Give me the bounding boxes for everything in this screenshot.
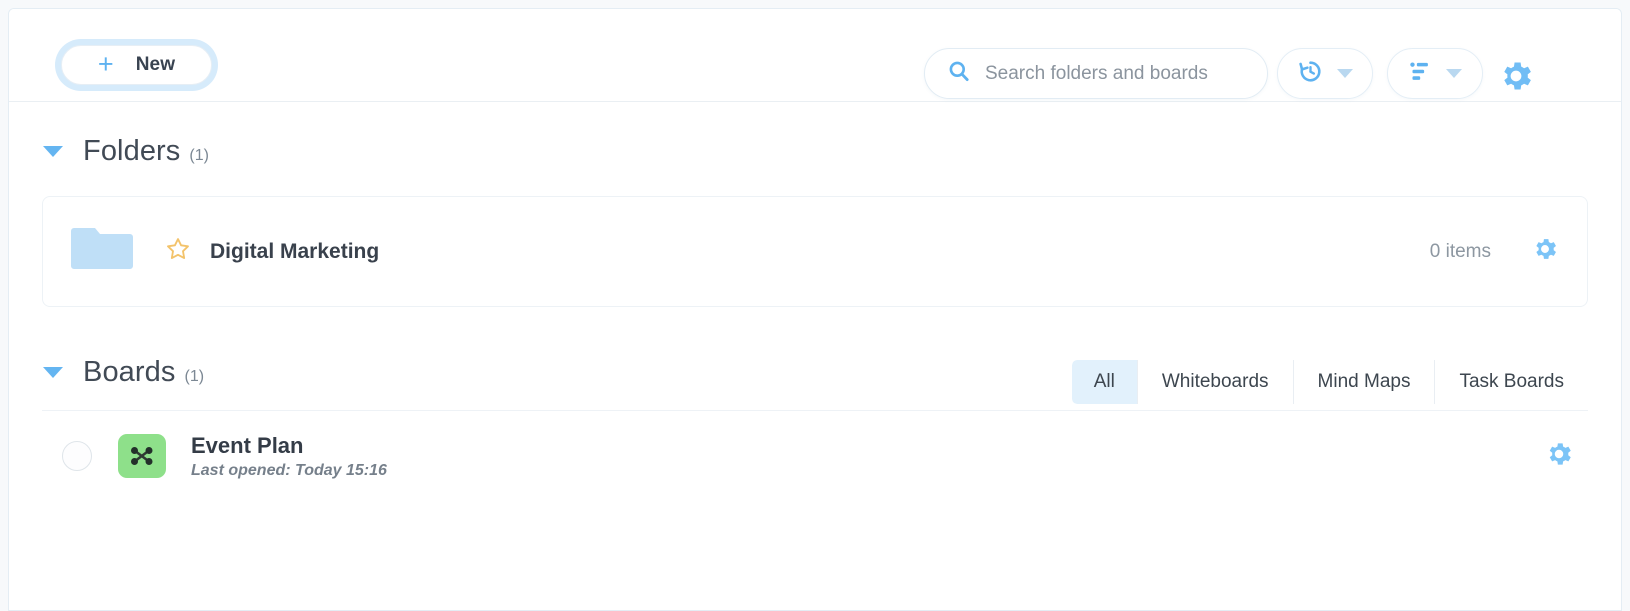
mind-map-icon — [118, 434, 166, 478]
boards-section-title: Boards — [83, 356, 176, 388]
folder-icon — [71, 225, 133, 278]
new-button-label: New — [135, 54, 176, 75]
favorite-star-icon[interactable] — [165, 236, 191, 267]
history-icon — [1297, 58, 1324, 90]
tab-whiteboards[interactable]: Whiteboards — [1137, 360, 1294, 404]
folder-settings-gear[interactable] — [1531, 235, 1559, 268]
chevron-down-icon — [1337, 69, 1353, 78]
folders-section-title: Folders — [83, 135, 181, 167]
folder-row[interactable]: Digital Marketing 0 items — [42, 196, 1588, 307]
workspace-window: + New Search folders and boards Folders … — [8, 8, 1622, 611]
history-dropdown-button[interactable] — [1277, 48, 1373, 99]
board-settings-gear[interactable] — [1544, 439, 1574, 474]
new-button-focus-ring: + New — [55, 39, 218, 91]
board-row[interactable]: Event Plan Last opened: Today 15:16 — [42, 411, 1588, 501]
search-input[interactable]: Search folders and boards — [924, 48, 1268, 99]
settings-gear-button[interactable] — [1497, 57, 1535, 100]
board-info: Event Plan Last opened: Today 15:16 — [191, 432, 387, 481]
new-button[interactable]: + New — [61, 45, 212, 85]
tab-task-boards[interactable]: Task Boards — [1435, 360, 1588, 404]
boards-collapse-toggle[interactable] — [43, 367, 63, 378]
chevron-down-icon — [1446, 69, 1462, 78]
folder-item-count: 0 items — [1429, 240, 1491, 262]
folders-section-header: Folders (1) — [9, 135, 1621, 168]
board-select-checkbox[interactable] — [62, 441, 92, 471]
plus-icon: + — [97, 48, 114, 79]
folders-section-count: (1) — [189, 147, 209, 164]
sort-icon — [1408, 59, 1433, 89]
boards-section-header: Boards (1) All Whiteboards Mind Maps Tas… — [9, 356, 1621, 404]
search-placeholder-text: Search folders and boards — [985, 62, 1208, 84]
boards-section-count: (1) — [184, 368, 205, 385]
board-name[interactable]: Event Plan — [191, 432, 387, 460]
board-last-opened: Last opened: Today 15:16 — [191, 462, 387, 480]
search-icon — [947, 59, 971, 88]
folder-name[interactable]: Digital Marketing — [210, 240, 379, 264]
sort-dropdown-button[interactable] — [1387, 48, 1483, 99]
toolbar: + New Search folders and boards — [9, 9, 1621, 102]
tab-mind-maps[interactable]: Mind Maps — [1293, 360, 1436, 404]
tab-all[interactable]: All — [1071, 360, 1138, 404]
folders-collapse-toggle[interactable] — [43, 146, 63, 157]
board-filter-tabs: All Whiteboards Mind Maps Task Boards — [1071, 360, 1588, 404]
